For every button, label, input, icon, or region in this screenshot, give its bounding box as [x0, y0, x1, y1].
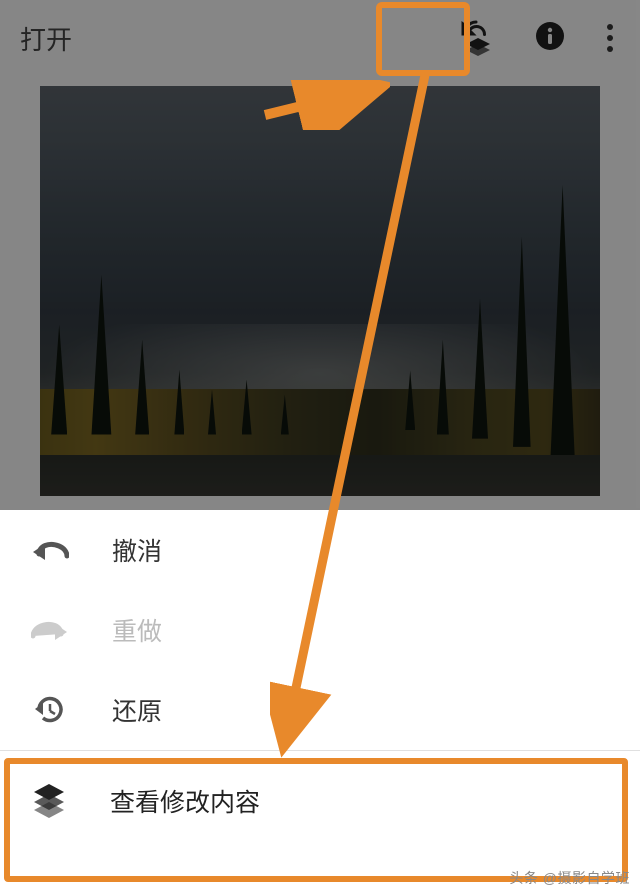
open-button[interactable]: 打开: [20, 20, 72, 57]
menu-undo[interactable]: 撤消: [0, 510, 640, 590]
undo-layers-icon: [458, 16, 498, 61]
layers-icon: [30, 780, 68, 823]
menu-redo-label: 重做: [112, 612, 162, 648]
more-icon: [607, 24, 613, 30]
toolbar-actions: [456, 0, 620, 76]
revert-icon: [30, 693, 70, 727]
menu-view-edits[interactable]: 查看修改内容: [0, 751, 640, 851]
redo-icon: [30, 618, 70, 642]
editor-top-section: 打开: [0, 0, 640, 510]
more-button[interactable]: [600, 20, 620, 56]
watermark: 头条 @摄影自学班: [509, 868, 630, 888]
photo-preview[interactable]: [40, 86, 600, 496]
photo-canvas-area: [0, 76, 640, 496]
menu-view-edits-label: 查看修改内容: [110, 783, 260, 819]
bottom-sheet-menu: 撤消 重做 还原 查看修改内: [0, 510, 640, 894]
undo-icon: [30, 538, 70, 562]
toolbar: 打开: [0, 0, 640, 76]
menu-revert[interactable]: 还原: [0, 670, 640, 750]
info-button[interactable]: [532, 20, 568, 56]
edit-stack-button[interactable]: [456, 16, 500, 60]
info-icon: [535, 21, 565, 56]
menu-redo: 重做: [0, 590, 640, 670]
menu-undo-label: 撤消: [112, 532, 162, 568]
menu-revert-label: 还原: [112, 692, 162, 728]
